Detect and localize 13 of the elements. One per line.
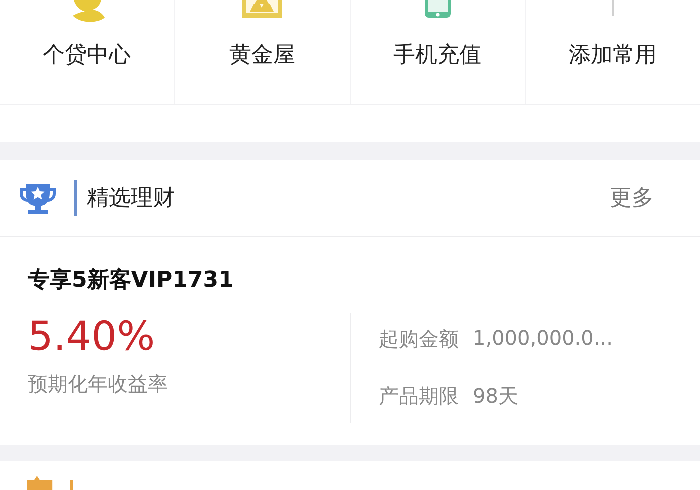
shortcut-label[interactable]: 个贷中心 bbox=[43, 40, 132, 70]
detail-value: 1,000,000.0... bbox=[473, 326, 613, 352]
product-name: 专享5新客VIP1731 bbox=[28, 266, 235, 295]
shortcut-label[interactable]: 手机充值 bbox=[394, 40, 482, 70]
section-title: 精选理财 bbox=[87, 185, 175, 213]
detail-label: 起购金额 bbox=[379, 326, 459, 353]
shortcut-label[interactable]: 黄金屋 bbox=[229, 40, 296, 70]
more-link[interactable]: 更多 bbox=[610, 183, 654, 213]
rate-label: 预期化年收益率 bbox=[28, 371, 169, 398]
detail-label: 产品期限 bbox=[379, 383, 459, 410]
shortcut-label[interactable]: 添加常用 bbox=[568, 40, 657, 70]
rate-value: 5.40% bbox=[28, 313, 156, 361]
detail-value: 98天 bbox=[473, 383, 518, 410]
